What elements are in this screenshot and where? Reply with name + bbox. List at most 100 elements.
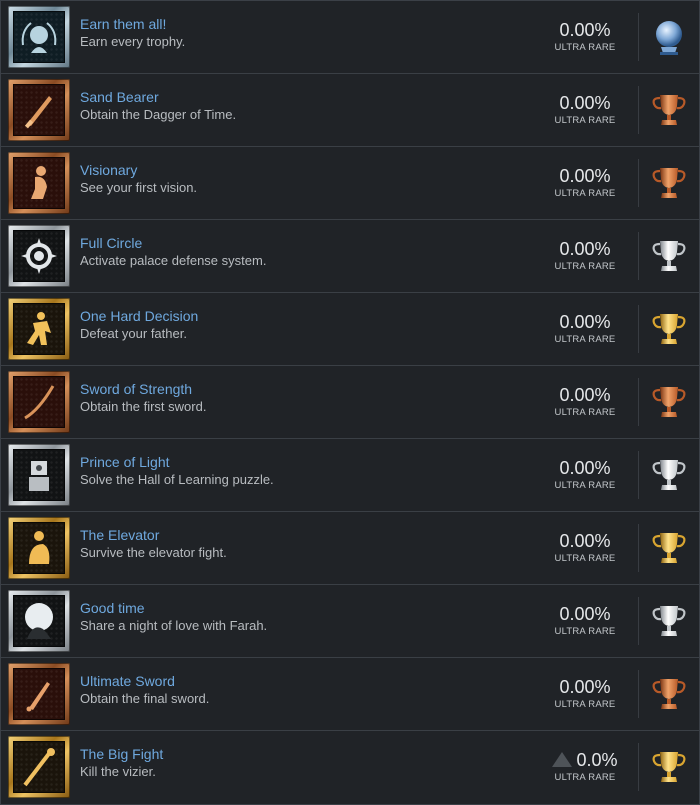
trophy-row[interactable]: Ultimate Sword Obtain the final sword. 0.0… bbox=[1, 658, 699, 731]
trophy-title[interactable]: Sand Bearer bbox=[80, 88, 236, 106]
trophy-title[interactable]: The Elevator bbox=[80, 526, 227, 544]
trophy-rarity: 0.00% ULTRA RARE bbox=[541, 19, 629, 54]
earned-percent: 0.00% bbox=[559, 458, 611, 478]
rarity-label: ULTRA RARE bbox=[554, 42, 616, 53]
earned-percent: 0.00% bbox=[559, 604, 611, 624]
divider bbox=[638, 305, 639, 353]
trophy-thumbnail[interactable] bbox=[8, 663, 70, 725]
silver-trophy-icon bbox=[649, 601, 689, 641]
trophy-title[interactable]: Sword of Strength bbox=[80, 380, 206, 398]
rarity-label: ULTRA RARE bbox=[554, 699, 616, 710]
trophy-text: Earn them all! Earn every trophy. bbox=[80, 15, 185, 50]
silver-trophy-icon bbox=[649, 455, 689, 495]
trophy-thumbnail[interactable] bbox=[8, 152, 70, 214]
divider bbox=[638, 86, 639, 134]
trophy-row[interactable]: Earn them all! Earn every trophy. 0.00% ULT… bbox=[1, 1, 699, 74]
rarity-label: ULTRA RARE bbox=[554, 188, 616, 199]
trophy-description: Obtain the first sword. bbox=[80, 399, 207, 414]
trophy-rarity: 0.00% ULTRA RARE bbox=[541, 165, 629, 200]
trophy-row[interactable]: The Elevator Survive the elevator fight. 0… bbox=[1, 512, 699, 585]
trophy-description: Share a night of love with Farah. bbox=[80, 618, 268, 633]
trophy-rarity: 0.00% ULTRA RARE bbox=[541, 457, 629, 492]
rarity-label: ULTRA RARE bbox=[554, 407, 616, 418]
rarity-label: ULTRA RARE bbox=[554, 553, 616, 564]
trophy-title[interactable]: The Big Fight bbox=[80, 745, 163, 763]
silver-trophy-icon bbox=[649, 236, 689, 276]
trophy-rarity: 0.0% ULTRA RARE bbox=[541, 749, 629, 784]
trophy-title[interactable]: Good time bbox=[80, 599, 267, 617]
curved-sword-icon bbox=[24, 385, 55, 420]
bronze-trophy-icon bbox=[649, 163, 689, 203]
trophy-thumbnail[interactable] bbox=[8, 79, 70, 141]
short-sword-icon bbox=[26, 682, 50, 712]
trophy-title[interactable]: One Hard Decision bbox=[80, 307, 198, 325]
rarity-label: ULTRA RARE bbox=[554, 261, 616, 272]
trophy-description: Activate palace defense system. bbox=[80, 253, 267, 268]
rarity-label: ULTRA RARE bbox=[554, 334, 616, 345]
trophy-thumbnail[interactable] bbox=[8, 590, 70, 652]
rarity-label: ULTRA RARE bbox=[554, 626, 616, 637]
trophy-thumbnail[interactable] bbox=[8, 371, 70, 433]
divider bbox=[638, 378, 639, 426]
trophy-text: Full Circle Activate palace defense syste… bbox=[80, 234, 266, 269]
moonlit-couple-icon bbox=[25, 603, 53, 639]
earned-percent: 0.00% bbox=[559, 166, 611, 186]
laurel-portrait-icon bbox=[21, 22, 57, 53]
trophy-title[interactable]: Earn them all! bbox=[80, 15, 185, 33]
trophy-rarity: 0.00% ULTRA RARE bbox=[541, 92, 629, 127]
trophy-row[interactable]: Sword of Strength Obtain the first sword.… bbox=[1, 366, 699, 439]
earned-percent: 0.00% bbox=[559, 312, 611, 332]
platinum-trophy-icon bbox=[649, 17, 689, 57]
trophy-title[interactable]: Visionary bbox=[80, 161, 197, 179]
trophy-title[interactable]: Ultimate Sword bbox=[80, 672, 209, 690]
trophy-title[interactable]: Full Circle bbox=[80, 234, 266, 252]
divider bbox=[638, 159, 639, 207]
trophy-description: Survive the elevator fight. bbox=[80, 545, 227, 560]
bronze-trophy-icon bbox=[649, 90, 689, 130]
trophy-thumbnail[interactable] bbox=[8, 225, 70, 287]
trophy-text: The Elevator Survive the elevator fight. bbox=[80, 526, 227, 561]
divider bbox=[638, 451, 639, 499]
trophy-description: Defeat your father. bbox=[80, 326, 187, 341]
trophy-description: Kill the vizier. bbox=[80, 764, 156, 779]
trophy-rarity: 0.00% ULTRA RARE bbox=[541, 238, 629, 273]
trophy-description: Earn every trophy. bbox=[80, 34, 186, 49]
spiked-ring-icon bbox=[21, 238, 57, 274]
trophy-thumbnail[interactable] bbox=[8, 736, 70, 798]
trophy-row[interactable]: Visionary See your first vision. 0.00% ULTR… bbox=[1, 147, 699, 220]
earned-percent: 0.00% bbox=[559, 385, 611, 405]
trophy-row[interactable]: Prince of Light Solve the Hall of Learnin… bbox=[1, 439, 699, 512]
trophy-title[interactable]: Prince of Light bbox=[80, 453, 274, 471]
trophy-thumbnail[interactable] bbox=[8, 6, 70, 68]
bronze-trophy-icon bbox=[649, 382, 689, 422]
bronze-trophy-icon bbox=[649, 674, 689, 714]
trophy-description: Obtain the final sword. bbox=[80, 691, 210, 706]
trophy-text: Sand Bearer Obtain the Dagger of Time. bbox=[80, 88, 236, 123]
staff-icon bbox=[23, 748, 55, 787]
divider bbox=[638, 743, 639, 791]
divider bbox=[638, 524, 639, 572]
trophy-row[interactable]: Full Circle Activate palace defense syste… bbox=[1, 220, 699, 293]
trophy-thumbnail[interactable] bbox=[8, 298, 70, 360]
gold-trophy-icon bbox=[649, 528, 689, 568]
rarity-label: ULTRA RARE bbox=[554, 115, 616, 126]
trophy-description: Solve the Hall of Learning puzzle. bbox=[80, 472, 274, 487]
earned-percent: 0.00% bbox=[559, 531, 611, 551]
trophy-row[interactable]: Sand Bearer Obtain the Dagger of Time. 0.0… bbox=[1, 74, 699, 147]
trophy-row[interactable]: Good time Share a night of love with Fara… bbox=[1, 585, 699, 658]
earned-percent: 0.00% bbox=[559, 677, 611, 697]
trophy-row[interactable]: The Big Fight Kill the vizier. 0.0% ULTRA R… bbox=[1, 731, 699, 803]
trophy-rarity: 0.00% ULTRA RARE bbox=[541, 603, 629, 638]
divider bbox=[638, 13, 639, 61]
kneeling-figure-icon bbox=[31, 166, 47, 199]
trophy-description: Obtain the Dagger of Time. bbox=[80, 107, 237, 122]
rarity-label: ULTRA RARE bbox=[554, 772, 616, 783]
trophy-rarity: 0.00% ULTRA RARE bbox=[541, 676, 629, 711]
gold-trophy-icon bbox=[649, 747, 689, 787]
trophy-text: The Big Fight Kill the vizier. bbox=[80, 745, 163, 780]
earned-percent: 0.0% bbox=[576, 750, 618, 770]
trophy-row[interactable]: One Hard Decision Defeat your father. 0.00… bbox=[1, 293, 699, 366]
trophy-thumbnail[interactable] bbox=[8, 444, 70, 506]
earned-percent: 0.00% bbox=[559, 239, 611, 259]
trophy-thumbnail[interactable] bbox=[8, 517, 70, 579]
